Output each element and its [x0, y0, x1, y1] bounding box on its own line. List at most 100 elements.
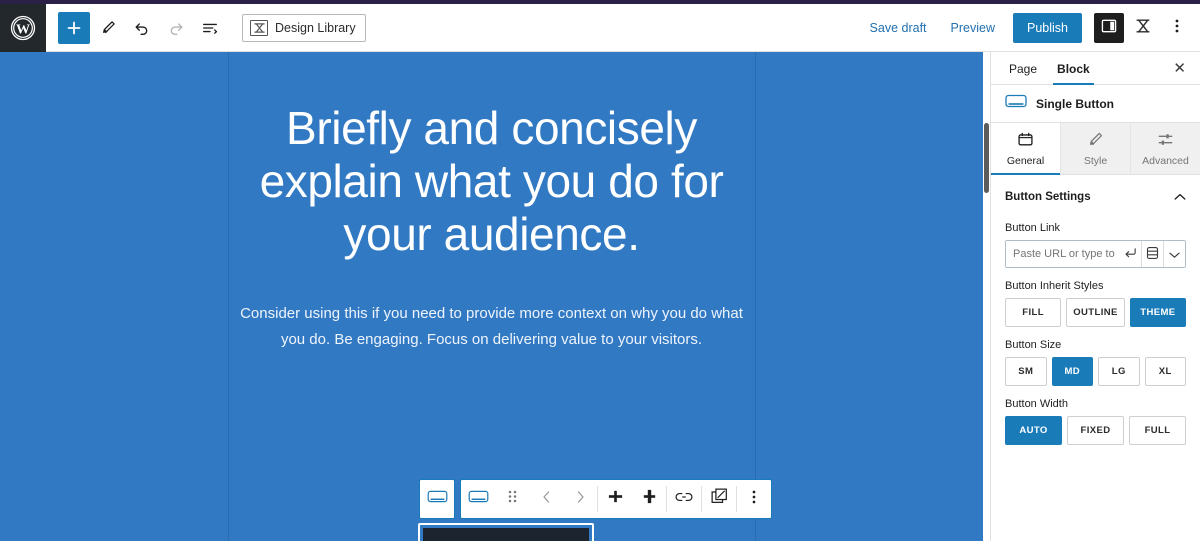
- width-option-full[interactable]: FULL: [1129, 416, 1186, 445]
- redo-button[interactable]: [160, 12, 192, 44]
- canvas-content-column: Briefly and concisely explain what you d…: [228, 52, 755, 541]
- size-option-lg[interactable]: LG: [1098, 357, 1140, 386]
- button-size-group: Button Size SM MD LG XL: [1005, 339, 1186, 386]
- link-icon: [675, 490, 693, 508]
- align-horizontal-button[interactable]: [598, 480, 632, 518]
- width-option-fixed[interactable]: FIXED: [1067, 416, 1124, 445]
- hero-heading[interactable]: Briefly and concisely explain what you d…: [242, 102, 742, 261]
- close-sidebar-button[interactable]: ✕: [1167, 57, 1192, 80]
- button-inherit-styles-options: FILL OUTLINE THEME: [1005, 298, 1186, 327]
- button-link-dropdown[interactable]: [1163, 241, 1185, 267]
- button-settings-header[interactable]: Button Settings: [1005, 175, 1186, 217]
- drag-handle[interactable]: [495, 480, 529, 518]
- button-link-submit[interactable]: [1119, 241, 1141, 267]
- size-option-xl[interactable]: XL: [1144, 357, 1186, 386]
- chevron-down-icon: [1169, 247, 1180, 262]
- header-right-tools: Save draft Preview Publish: [860, 12, 1200, 43]
- chevron-right-icon: [576, 490, 585, 509]
- button-width-label: Button Width: [1005, 398, 1068, 410]
- size-option-sm[interactable]: SM: [1005, 357, 1047, 386]
- tab-block[interactable]: Block: [1047, 53, 1100, 85]
- subtab-general[interactable]: General: [991, 123, 1061, 175]
- wordpress-block-editor: W Design Library Save draft Preview Publ…: [0, 0, 1200, 541]
- plugin-logo-button[interactable]: [1128, 13, 1158, 43]
- options-menu-icon: [1175, 18, 1179, 37]
- button-width-group: Button Width AUTO FIXED FULL: [1005, 398, 1186, 445]
- subtab-advanced[interactable]: Advanced: [1131, 123, 1200, 174]
- design-library-label: Design Library: [275, 20, 356, 35]
- button-link-input[interactable]: [1006, 241, 1119, 267]
- options-menu-icon: [752, 489, 756, 510]
- button-settings-title: Button Settings: [1005, 191, 1091, 203]
- database-icon: [1146, 246, 1159, 263]
- duplicate-icon: [711, 488, 728, 510]
- move-right-button[interactable]: [563, 480, 597, 518]
- block-toolbar: [419, 479, 772, 519]
- button-inherit-styles-label: Button Inherit Styles: [1005, 280, 1104, 292]
- chevron-up-icon[interactable]: [1174, 188, 1186, 206]
- button-block-icon: [468, 490, 489, 508]
- duplicate-button[interactable]: [702, 480, 736, 518]
- enter-arrow-icon: [1124, 247, 1137, 262]
- button-size-options: SM MD LG XL: [1005, 357, 1186, 386]
- canvas-scrollbar-track[interactable]: [983, 52, 990, 541]
- list-view-button[interactable]: [194, 12, 226, 44]
- button-link-database[interactable]: [1141, 241, 1163, 267]
- style-option-outline[interactable]: OUTLINE: [1066, 298, 1125, 327]
- settings-sidebar: Page Block ✕ Single Button General Style…: [990, 52, 1200, 541]
- button-size-label: Button Size: [1005, 339, 1062, 351]
- publish-button[interactable]: Publish: [1013, 12, 1082, 43]
- hero-paragraph[interactable]: Consider using this if you need to provi…: [238, 301, 746, 353]
- preview-button[interactable]: Preview: [941, 15, 1005, 41]
- design-library-icon: [250, 19, 268, 36]
- width-option-auto[interactable]: AUTO: [1005, 416, 1062, 445]
- plugin-logo-icon: [1135, 18, 1152, 37]
- subtab-style-label: Style: [1083, 154, 1108, 167]
- subtab-general-label: General: [1006, 154, 1045, 167]
- button-inherit-styles-group: Button Inherit Styles FILL OUTLINE THEME: [1005, 280, 1186, 327]
- subtab-advanced-label: Advanced: [1142, 154, 1189, 167]
- block-type-group: [419, 479, 455, 519]
- block-type-button[interactable]: [420, 480, 454, 518]
- drag-dots-icon: [508, 489, 517, 509]
- selected-block-title: Single Button: [991, 85, 1200, 123]
- subtab-style[interactable]: Style: [1061, 123, 1131, 174]
- more-options-button[interactable]: [1162, 13, 1192, 43]
- header-left-tools: Design Library: [46, 11, 366, 44]
- wordpress-logo[interactable]: W: [0, 3, 46, 52]
- column-guide-right: [755, 52, 756, 541]
- button-width-options: AUTO FIXED FULL: [1005, 416, 1186, 445]
- button-link-label: Button Link: [1005, 222, 1061, 234]
- design-library-button[interactable]: Design Library: [242, 13, 366, 42]
- save-draft-button[interactable]: Save draft: [860, 15, 937, 41]
- button-settings-panel: Button Settings Button Link Paste URL or…: [991, 175, 1200, 445]
- svg-text:W: W: [16, 21, 30, 37]
- call-to-action-button[interactable]: Call To Action: [423, 528, 589, 541]
- undo-button[interactable]: [126, 12, 158, 44]
- style-option-fill[interactable]: FILL: [1005, 298, 1062, 327]
- cta-block-selection: Call To Action: [418, 523, 594, 541]
- edit-tool-button[interactable]: [92, 12, 124, 44]
- style-option-theme[interactable]: THEME: [1129, 298, 1186, 327]
- settings-sidebar-toggle[interactable]: [1094, 12, 1124, 43]
- move-left-button[interactable]: [529, 480, 563, 518]
- chevron-left-icon: [542, 490, 551, 509]
- link-button[interactable]: [667, 480, 701, 518]
- block-options-button[interactable]: [737, 480, 771, 518]
- block-actions-group: [460, 479, 772, 519]
- button-link-field[interactable]: [1005, 240, 1186, 268]
- canvas-scrollbar-thumb[interactable]: [984, 123, 989, 193]
- align-horizontal-icon: [607, 488, 624, 510]
- size-option-md[interactable]: MD: [1051, 357, 1093, 386]
- block-icon-button[interactable]: [461, 480, 495, 518]
- editor-canvas[interactable]: Briefly and concisely explain what you d…: [0, 52, 983, 541]
- editor-header: W Design Library Save draft Preview Publ…: [0, 3, 1200, 52]
- align-vertical-button[interactable]: [632, 480, 666, 518]
- advanced-sliders-icon: [1157, 131, 1174, 151]
- button-block-icon: [1005, 94, 1027, 113]
- add-block-button[interactable]: [58, 11, 90, 44]
- tab-page[interactable]: Page: [999, 53, 1047, 84]
- sidebar-tabs: Page Block ✕: [991, 52, 1200, 85]
- settings-panel-icon: [1101, 18, 1117, 37]
- style-pencil-icon: [1087, 131, 1104, 151]
